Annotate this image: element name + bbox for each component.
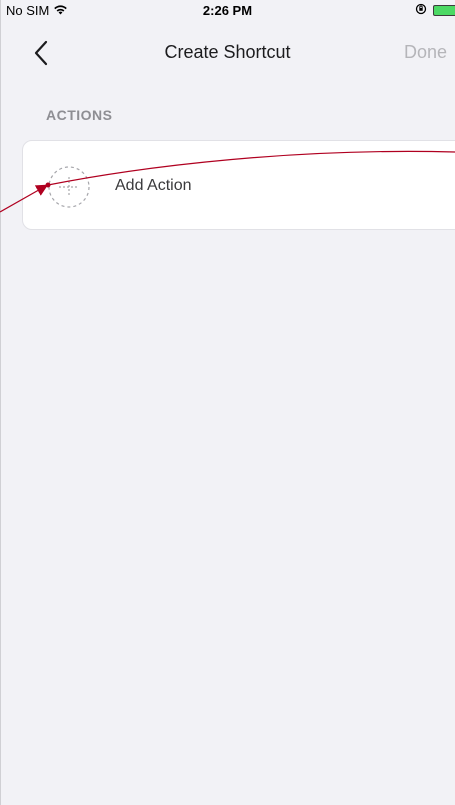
left-edge-divider: [0, 0, 1, 805]
page-title: Create Shortcut: [164, 42, 291, 62]
dashed-plus-circle-icon: [47, 165, 91, 209]
add-action-label: Add Action: [115, 177, 192, 194]
screen: No SIM 2:26 PM Create Shortcut Done ACTI…: [0, 0, 455, 805]
add-action-card[interactable]: Add Action: [22, 140, 455, 230]
nav-bar: Create Shortcut Done: [0, 22, 455, 84]
orientation-lock-icon: [415, 3, 427, 18]
status-bar: No SIM 2:26 PM: [0, 0, 455, 22]
status-time: 2:26 PM: [202, 3, 253, 18]
status-right: [415, 3, 455, 18]
done-button[interactable]: Done: [404, 42, 447, 63]
section-header-actions: ACTIONS: [46, 107, 113, 123]
battery-charging-icon: [433, 5, 455, 16]
